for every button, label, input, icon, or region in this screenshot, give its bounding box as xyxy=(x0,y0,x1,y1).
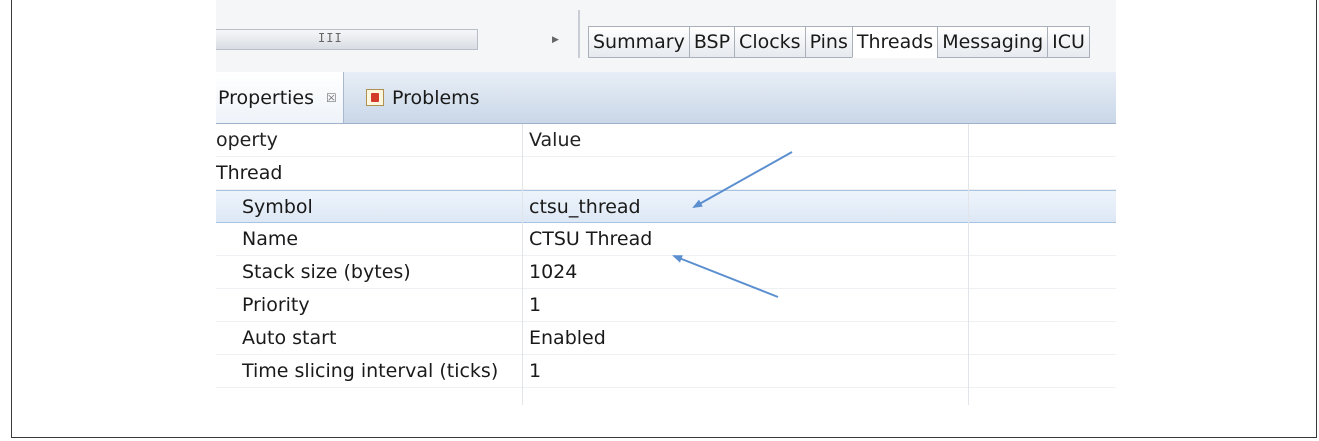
properties-table: operty Value Thread Symbol ctsu_thread N… xyxy=(216,124,1116,388)
property-value[interactable]: 1 xyxy=(529,289,969,321)
editor-tab-row: III ▶ Summary BSP Clocks Pins Threads Me… xyxy=(216,0,1116,72)
property-name: Priority xyxy=(242,294,310,316)
table-row[interactable]: Time slicing interval (ticks) 1 xyxy=(216,355,1116,388)
table-row[interactable]: Stack size (bytes) 1024 xyxy=(216,256,1116,289)
tab-pins[interactable]: Pins xyxy=(804,26,852,58)
ide-screenshot: III ▶ Summary BSP Clocks Pins Threads Me… xyxy=(216,0,1116,410)
tab-problems[interactable]: Problems xyxy=(366,72,480,123)
property-name: Stack size (bytes) xyxy=(242,261,411,283)
group-label: Thread xyxy=(216,162,283,184)
tab-bsp[interactable]: BSP xyxy=(688,26,735,58)
horizontal-scrollbar[interactable]: III xyxy=(216,29,478,50)
close-icon[interactable]: ☒ xyxy=(326,91,337,105)
property-value[interactable]: Enabled xyxy=(529,322,969,354)
properties-tab-label: Properties xyxy=(218,86,315,109)
toolbar-separator xyxy=(578,10,580,58)
tab-summary[interactable]: Summary xyxy=(588,26,689,58)
table-row[interactable]: Name CTSU Thread xyxy=(216,223,1116,256)
property-value[interactable]: 1 xyxy=(529,355,969,387)
property-value[interactable]: CTSU Thread xyxy=(529,223,969,255)
column-divider[interactable] xyxy=(522,124,523,405)
tab-messaging[interactable]: Messaging xyxy=(937,26,1048,58)
table-row[interactable]: Auto start Enabled xyxy=(216,322,1116,355)
scroll-grip-icon: III xyxy=(318,31,343,45)
property-name: Time slicing interval (ticks) xyxy=(242,360,499,382)
problems-icon xyxy=(366,89,384,106)
tab-threads[interactable]: Threads xyxy=(851,26,938,58)
column-header-value[interactable]: Value xyxy=(529,124,969,156)
table-row[interactable]: Priority 1 xyxy=(216,289,1116,322)
tab-icu[interactable]: ICU xyxy=(1047,26,1090,58)
problems-tab-label: Problems xyxy=(392,86,480,109)
property-value[interactable]: ctsu_thread xyxy=(529,191,969,223)
view-tab-bar: Properties ☒ Problems xyxy=(216,72,1116,124)
group-row-thread[interactable]: Thread xyxy=(216,157,1116,190)
table-row[interactable]: Symbol ctsu_thread xyxy=(216,190,1116,223)
table-header: operty Value xyxy=(216,124,1116,157)
property-name: Symbol xyxy=(242,196,313,218)
tab-clocks[interactable]: Clocks xyxy=(734,26,805,58)
tab-properties[interactable]: Properties ☒ xyxy=(216,72,344,123)
column-divider[interactable] xyxy=(968,124,969,405)
property-name: Auto start xyxy=(242,327,337,349)
property-value[interactable]: 1024 xyxy=(529,256,969,288)
property-name: Name xyxy=(242,228,299,250)
editor-tabs: Summary BSP Clocks Pins Threads Messagin… xyxy=(588,26,1090,58)
tab-scroll-right-icon[interactable]: ▶ xyxy=(552,35,559,45)
column-header-property[interactable]: operty xyxy=(216,124,522,156)
